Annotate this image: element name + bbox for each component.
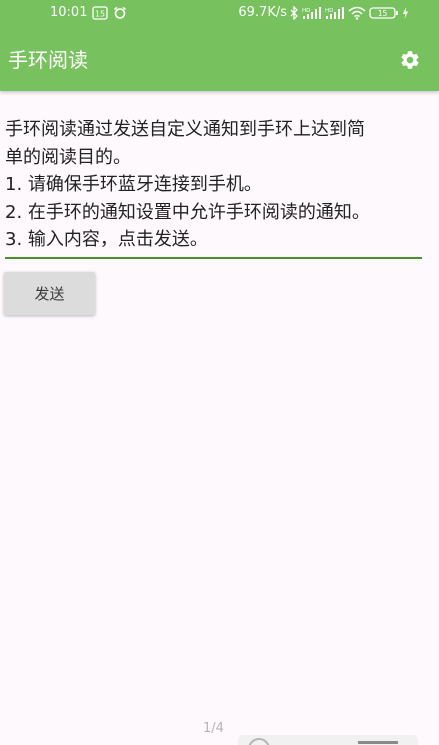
divider <box>358 741 398 744</box>
settings-button[interactable] <box>399 49 421 71</box>
app-title: 手环阅读 <box>8 48 88 72</box>
notification-badge-icon: 15 <box>92 5 109 20</box>
wifi-icon <box>348 6 366 20</box>
text-line: 2. 在手环的通知设置中允许手环阅读的通知。 <box>5 201 370 223</box>
bluetooth-icon <box>290 5 299 20</box>
network-speed: 69.7K/s <box>238 5 287 20</box>
content-textarea[interactable]: 手环阅读通过发送自定义通知到手环上达到简 单的阅读目的。 1. 请确保手环蓝牙连… <box>5 116 422 259</box>
text-line: 1. 请确保手环蓝牙连接到手机。 <box>5 174 262 195</box>
app-bar: 手环阅读 <box>0 27 439 91</box>
charging-icon <box>402 6 409 20</box>
signal-hd-icon: HD <box>325 6 345 20</box>
battery-level: 15 <box>378 9 388 18</box>
status-time: 10:01 <box>50 5 88 20</box>
battery-icon: 15 <box>369 6 399 20</box>
text-line: 手环阅读通过发送自定义通知到手环上达到简 <box>5 119 365 140</box>
send-button[interactable]: 发送 <box>4 272 95 315</box>
content-input[interactable]: 手环阅读通过发送自定义通知到手环上达到简 单的阅读目的。 1. 请确保手环蓝牙连… <box>5 116 422 259</box>
text-line: 单的阅读目的。 <box>5 146 131 168</box>
signal-hd-icon: HD <box>302 6 322 20</box>
alarm-icon <box>113 6 127 20</box>
page-indicator: 1/4 <box>203 721 224 736</box>
text-line: 3. 输入内容，点击发送。 <box>5 229 208 250</box>
bottom-overlay <box>238 735 418 745</box>
status-right: 69.7K/s HD HD 15 <box>238 5 409 20</box>
status-left: 10:01 15 <box>50 5 127 20</box>
gear-icon <box>401 51 419 69</box>
circle-icon <box>248 738 270 745</box>
status-bar: 10:01 15 69.7K/s HD HD 15 <box>0 0 439 27</box>
notification-badge-count: 15 <box>95 9 105 18</box>
svg-text:HD: HD <box>325 8 333 14</box>
svg-text:HD: HD <box>302 8 310 14</box>
